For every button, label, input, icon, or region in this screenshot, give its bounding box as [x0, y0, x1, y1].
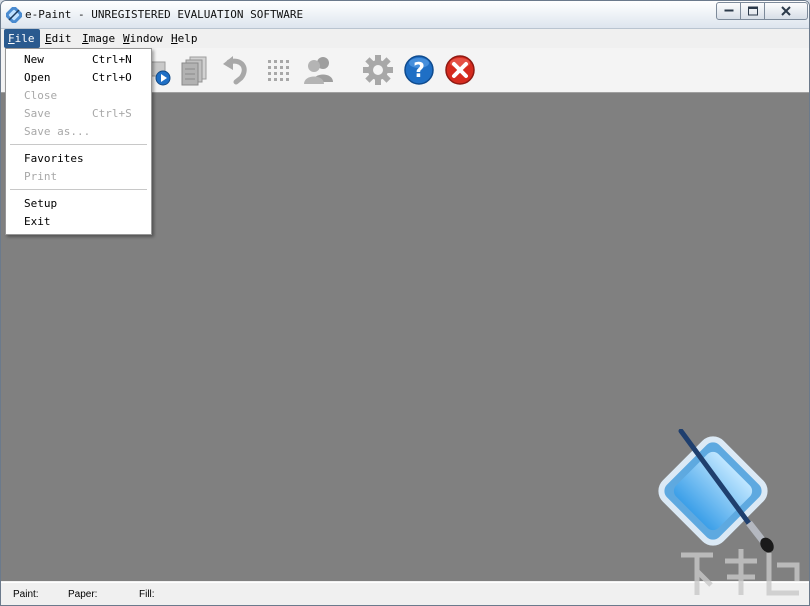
svg-text:?: ? [413, 58, 425, 82]
menu-image[interactable]: Image [78, 29, 118, 48]
menu-item-favorites[interactable]: Favorites [6, 150, 151, 168]
status-paper-label: Paper: [68, 589, 98, 600]
app-logo-icon [6, 7, 22, 23]
menu-item-save-as: Save as... [24, 125, 91, 138]
menu-separator [10, 144, 147, 146]
maximize-icon [747, 6, 758, 16]
close-button[interactable] [764, 2, 808, 20]
window-title: e-Paint - UNREGISTERED EVALUATION SOFTWA… [25, 8, 304, 21]
menu-help[interactable]: Help [167, 29, 201, 48]
title-bar: e-Paint - UNREGISTERED EVALUATION SOFTWA… [1, 1, 809, 29]
menu-item-print: Print [24, 170, 58, 183]
menu-item-new[interactable]: New Ctrl+N [6, 51, 151, 69]
menu-bar: File Edit Image Window Help [1, 29, 809, 48]
menu-edit[interactable]: Edit [41, 29, 75, 48]
pages-icon[interactable] [180, 54, 212, 86]
file-menu-dropdown: New Ctrl+N Open Ctrl+O Close Save Ctrl+S… [5, 48, 152, 235]
help-icon[interactable]: ? [403, 54, 435, 86]
settings-gear-icon[interactable] [362, 54, 394, 86]
grid-icon[interactable] [263, 54, 295, 86]
close-icon [781, 6, 791, 16]
undo-icon[interactable] [219, 54, 251, 86]
menu-item-setup[interactable]: Setup [6, 195, 151, 213]
watermark-logo [681, 549, 800, 596]
menu-file[interactable]: File [4, 29, 40, 48]
menu-window[interactable]: Window [119, 29, 165, 48]
maximize-button[interactable] [740, 2, 765, 20]
users-icon[interactable] [303, 54, 335, 86]
menu-separator [10, 189, 147, 191]
exit-icon[interactable] [444, 54, 476, 86]
menu-item-close: Close [24, 89, 58, 102]
status-fill-label: Fill: [139, 589, 155, 600]
minimize-button[interactable] [716, 2, 741, 20]
minimize-icon [724, 9, 733, 12]
menu-item-open[interactable]: Open Ctrl+O [6, 69, 151, 87]
epaint-logo-icon [658, 429, 774, 553]
menu-item-exit[interactable]: Exit [6, 213, 151, 231]
status-paint-label: Paint: [13, 589, 39, 600]
app-window: e-Paint - UNREGISTERED EVALUATION SOFTWA… [0, 0, 810, 606]
menu-item-save: Save Ctrl+S [24, 107, 132, 120]
